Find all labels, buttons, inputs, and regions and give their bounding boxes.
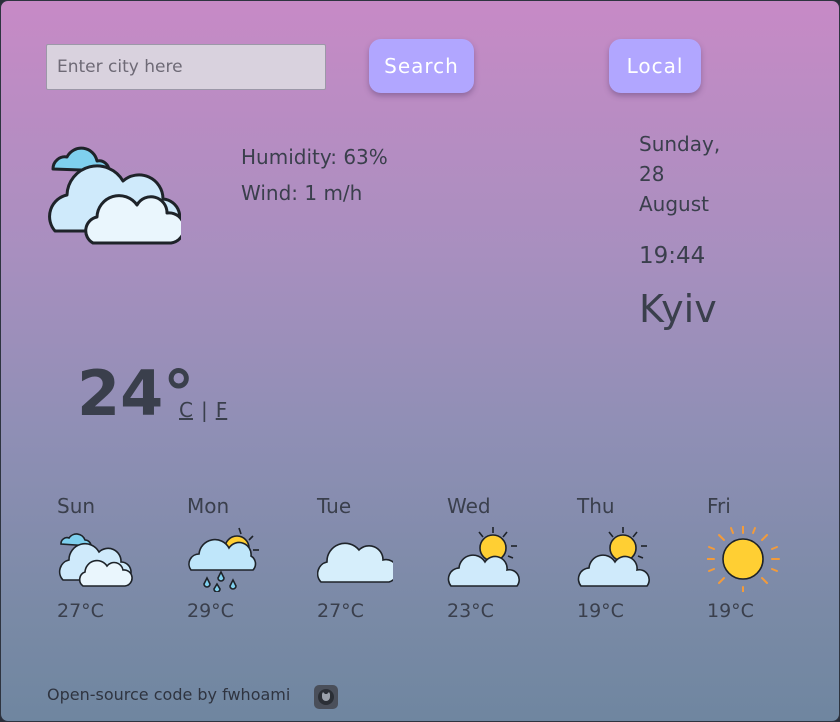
unit-toggle: C | F [179,398,227,422]
forecast-temp: 27°C [57,600,104,622]
partly-sunny-icon [447,527,520,587]
forecast-day: Mon 29°C [187,494,297,622]
fahrenheit-link[interactable]: F [216,398,228,422]
cloud-icon [317,542,393,583]
forecast-day: Fri 19°C [707,494,817,622]
celsius-link[interactable]: C [179,398,193,422]
wind-label: Wind: 1 m/h [241,181,363,205]
day-label: 28 [639,162,665,186]
humidity-label: Humidity: 63% [241,145,388,169]
month-label: August [639,192,709,216]
time-label: 19:44 [639,243,706,269]
forecast-day-name: Fri [707,494,731,518]
weather-app: Search Local Humidity: 63% Wind: 1 m/h S… [0,0,840,722]
forecast-day: Wed 23°C [447,494,557,622]
forecast-day-name: Wed [447,494,491,518]
forecast-temp: 23°C [447,600,494,622]
city-search-input[interactable] [46,44,326,90]
github-icon[interactable] [314,685,338,709]
partly-sunny-icon [577,527,650,587]
search-button[interactable]: Search [369,39,474,93]
city-name: Kyiv [639,287,717,331]
forecast-day-name: Thu [577,494,615,518]
forecast-day-name: Sun [57,494,96,518]
date-display: Sunday, 28 August [639,129,779,219]
unit-separator: | [200,398,208,422]
footer-text: Open-source code by fwhoami [47,685,291,704]
local-button[interactable]: Local [609,39,701,93]
forecast-day: Sun 27°C [57,494,167,622]
forecast-day-name: Tue [317,494,352,518]
forecast-temp: 19°C [577,600,624,622]
sun-icon [707,526,780,592]
forecast-temp: 29°C [187,600,234,622]
forecast-temp: 27°C [317,600,364,622]
rain-sun-icon [188,527,259,592]
weekday-label: Sunday, [639,132,721,156]
cloudy-icon [48,146,181,245]
forecast-day: Tue 27°C [317,494,427,622]
forecast-day: Thu 19°C [577,494,687,622]
forecast-day-name: Mon [187,494,230,518]
forecast-temp: 19°C [707,600,754,622]
weather-details: Humidity: 63% Wind: 1 m/h [241,139,388,211]
cloudy-icon [58,533,133,587]
current-temperature: 24° [77,357,195,430]
forecast-row: Sun 27°C Mon 29°C Tue 27°C Wed 23°C Thu … [57,494,817,634]
